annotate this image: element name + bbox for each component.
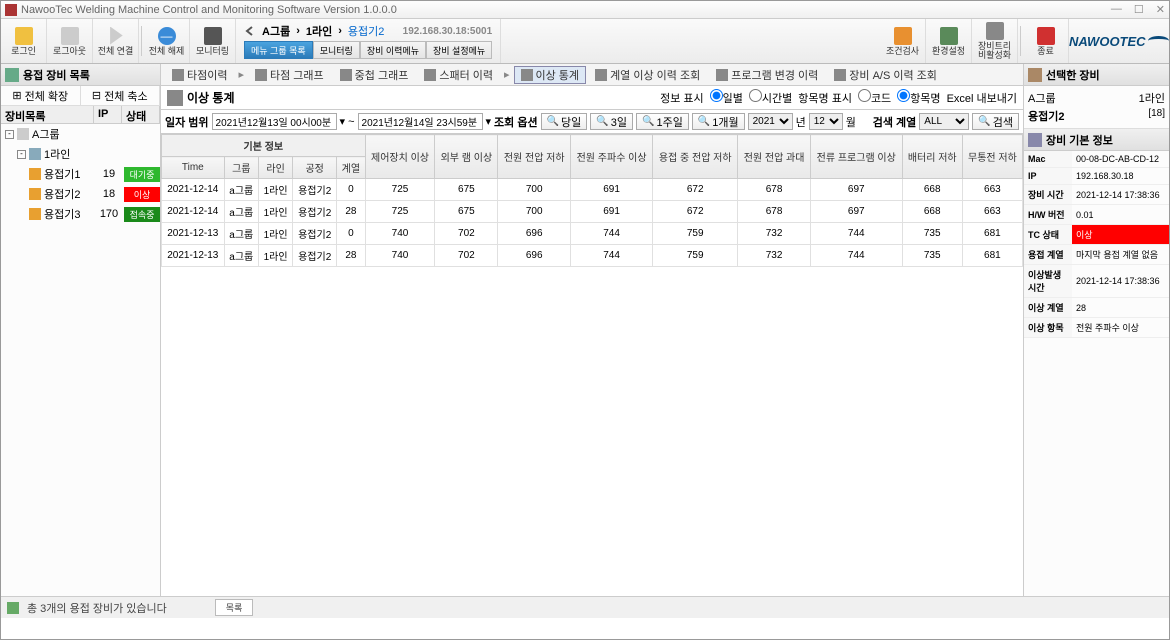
tab-icon — [595, 69, 607, 81]
page-title: 이상 통계 — [187, 89, 235, 106]
condition-check-button[interactable]: 조건검사 — [880, 19, 926, 63]
date-to-input[interactable] — [358, 113, 483, 130]
info-row: 이상발생시간2021-12-14 17:38:36 — [1024, 265, 1169, 298]
tab-icon — [424, 69, 436, 81]
collapse-icon: ⊟ — [92, 89, 101, 102]
tree-group[interactable]: -A그룹 — [1, 124, 160, 144]
save-icon — [167, 90, 183, 106]
window-title: NawooTec Welding Machine Control and Mon… — [21, 4, 397, 16]
connect-all-button[interactable]: 전체 연결 — [93, 19, 139, 63]
table-row[interactable]: 2021-12-13a그룹1라인용접기207407026967447597327… — [162, 223, 1023, 245]
table-row[interactable]: 2021-12-14a그룹1라인용접기207256757006916726786… — [162, 179, 1023, 201]
exit-button[interactable]: 종료 — [1023, 19, 1069, 63]
excel-export-button[interactable]: Excel 내보내기 — [947, 90, 1017, 106]
table-row[interactable]: 2021-12-13a그룹1라인용접기228740702696744759732… — [162, 245, 1023, 267]
device-info-header: 장비 기본 정보 — [1024, 129, 1169, 151]
left-panel-header: 용접 장비 목록 — [1, 64, 160, 86]
device-icon — [1028, 68, 1042, 82]
close-icon[interactable]: ✕ — [1156, 3, 1165, 16]
info-row: 용접 계열마지막 용접 계열 없음 — [1024, 245, 1169, 265]
date-from-input[interactable] — [212, 113, 337, 130]
info-row: 이상 계열28 — [1024, 298, 1169, 318]
radio-itemname[interactable]: 항목명 — [897, 89, 940, 106]
search-column-select[interactable]: ALL — [919, 113, 969, 130]
subtab[interactable]: 중첩 그래프 — [333, 66, 416, 84]
app-icon — [5, 4, 17, 16]
device-icon — [29, 208, 41, 220]
info-row: 이상 항목전원 주파수 이상 — [1024, 318, 1169, 338]
1month-button[interactable]: 🔍1개월 — [692, 113, 745, 130]
expand-all-button[interactable]: ⊞전체 확장 — [1, 86, 81, 105]
tree-device[interactable]: 용접기218이상 — [1, 184, 160, 204]
tree-device[interactable]: 용접기3170접속중 — [1, 204, 160, 224]
maximize-icon[interactable]: ☐ — [1134, 3, 1144, 16]
subtab[interactable]: 타점이력 — [165, 66, 234, 84]
radio-daily[interactable]: 일별 — [710, 89, 743, 106]
tab-icon — [340, 69, 352, 81]
subtab[interactable]: 스패터 이력 — [417, 66, 500, 84]
month-select[interactable]: 12 — [809, 113, 843, 130]
list-icon — [5, 68, 19, 82]
calendar-icon[interactable]: ▾ — [486, 115, 492, 128]
crumb-device[interactable]: 용접기2 — [348, 23, 384, 39]
1week-button[interactable]: 🔍1주일 — [636, 113, 689, 130]
disconnect-all-button[interactable]: —전체 해제 — [144, 19, 190, 63]
tree-line[interactable]: -1라인 — [1, 144, 160, 164]
subtab[interactable]: 이상 통계 — [514, 66, 587, 84]
tab-icon — [172, 69, 184, 81]
info-icon — [1028, 133, 1042, 147]
context-tab[interactable]: 장비 설정메뉴 — [426, 41, 492, 59]
subtab[interactable]: 계열 이상 이력 조회 — [588, 66, 707, 84]
logo: NAWOOTEC — [1069, 19, 1169, 63]
tab-icon — [716, 69, 728, 81]
status-icon — [7, 602, 19, 614]
device-icon — [29, 188, 41, 200]
info-row: H/W 버전0.01 — [1024, 205, 1169, 225]
search-button[interactable]: 🔍검색 — [972, 113, 1019, 130]
year-select[interactable]: 2021 — [748, 113, 793, 130]
tree-device[interactable]: 용접기119대기중 — [1, 164, 160, 184]
logout-button[interactable]: 로그아웃 — [47, 19, 93, 63]
context-tab[interactable]: 모니터링 — [313, 41, 360, 59]
minimize-icon[interactable]: — — [1111, 3, 1122, 16]
tab-icon — [834, 69, 846, 81]
context-tab[interactable]: 장비 이력메뉴 — [360, 41, 426, 59]
subtab[interactable]: 타점 그래프 — [248, 66, 331, 84]
subtab[interactable]: 프로그램 변경 이력 — [709, 66, 825, 84]
calendar-icon[interactable]: ▾ — [340, 115, 346, 128]
login-button[interactable]: 로그인 — [1, 19, 47, 63]
tab-icon — [521, 69, 533, 81]
info-row: Mac00-08-DC-AB-CD-12 — [1024, 151, 1169, 168]
radio-code[interactable]: 코드 — [858, 89, 891, 106]
info-row: TC 상태이상 — [1024, 225, 1169, 245]
tab-icon — [255, 69, 267, 81]
monitoring-button[interactable]: 모니터링 — [190, 19, 236, 63]
subtab[interactable]: 장비 A/S 이력 조회 — [827, 66, 944, 84]
radio-hourly[interactable]: 시간별 — [749, 89, 792, 106]
today-button[interactable]: 🔍당일 — [541, 113, 588, 130]
crumb-group: A그룹 — [262, 23, 290, 39]
info-row: IP192.168.30.18 — [1024, 168, 1169, 185]
env-settings-button[interactable]: 환경설정 — [926, 19, 972, 63]
back-arrow-icon[interactable] — [244, 25, 256, 37]
collapse-all-button[interactable]: ⊟전체 축소 — [81, 86, 161, 105]
table-row[interactable]: 2021-12-14a그룹1라인용접기228725675700691672678… — [162, 201, 1023, 223]
crumb-line: 1라인 — [306, 23, 332, 39]
crumb-ip: 192.168.30.18:5001 — [403, 26, 493, 37]
3days-button[interactable]: 🔍3일 — [590, 113, 633, 130]
status-message: 총 3개의 용접 장비가 있습니다 — [27, 600, 167, 616]
breadcrumb: A그룹 › 1라인 › 용접기2 192.168.30.18:5001 메뉴 그… — [236, 19, 501, 63]
status-tab[interactable]: 목록 — [215, 599, 254, 616]
right-panel-header: 선택한 장비 — [1024, 64, 1169, 86]
expand-icon: ⊞ — [12, 89, 21, 102]
context-tab[interactable]: 메뉴 그룹 목록 — [244, 41, 313, 59]
info-row: 장비 시간2021-12-14 17:38:36 — [1024, 185, 1169, 205]
device-icon — [29, 168, 41, 180]
tree-disable-button[interactable]: 장비트리 비활성화 — [972, 19, 1018, 63]
